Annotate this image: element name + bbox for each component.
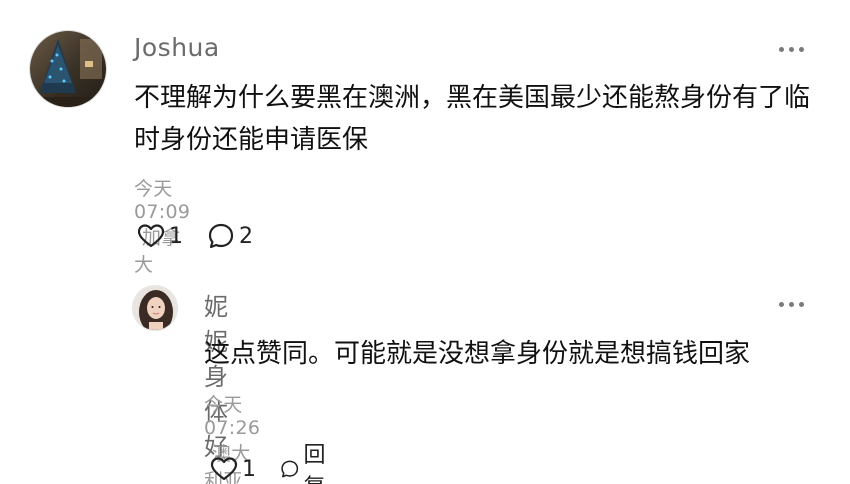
comment-bubble-icon <box>208 223 234 249</box>
avatar[interactable] <box>29 30 107 108</box>
like-count: 1 <box>169 223 183 249</box>
more-dots-icon[interactable] <box>779 47 804 52</box>
like-count: 1 <box>242 456 256 482</box>
avatar-woman-photo-icon <box>133 286 177 330</box>
reply-button[interactable]: 回复 <box>280 437 334 484</box>
avatar[interactable] <box>132 285 178 331</box>
comment-actions: 1 2 <box>137 222 277 250</box>
reply-label: 回复 <box>303 443 326 484</box>
comment-text: 这点赞同。可能就是没想拿身份就是想搞钱回家 <box>204 339 751 369</box>
avatar-christmas-tree-icon <box>30 31 106 107</box>
comment-text: 不理解为什么要黑在澳洲，黑在美国最少还能熬身份有了临时身份还能申请医保 <box>134 83 811 155</box>
timestamp: 今天 07:26 <box>204 394 261 439</box>
heart-icon <box>210 457 238 481</box>
reply-count-button[interactable]: 2 <box>207 222 253 250</box>
heart-icon <box>137 224 165 248</box>
more-dots-icon[interactable] <box>779 302 804 307</box>
comment-actions: 1 回复 <box>210 437 358 484</box>
like-button[interactable]: 1 <box>137 223 183 249</box>
reply-count: 2 <box>239 223 253 249</box>
username[interactable]: Joshua <box>134 33 220 62</box>
like-button[interactable]: 1 <box>210 456 256 482</box>
timestamp: 今天 07:09 <box>134 178 191 223</box>
comment-bubble-icon <box>281 460 299 478</box>
